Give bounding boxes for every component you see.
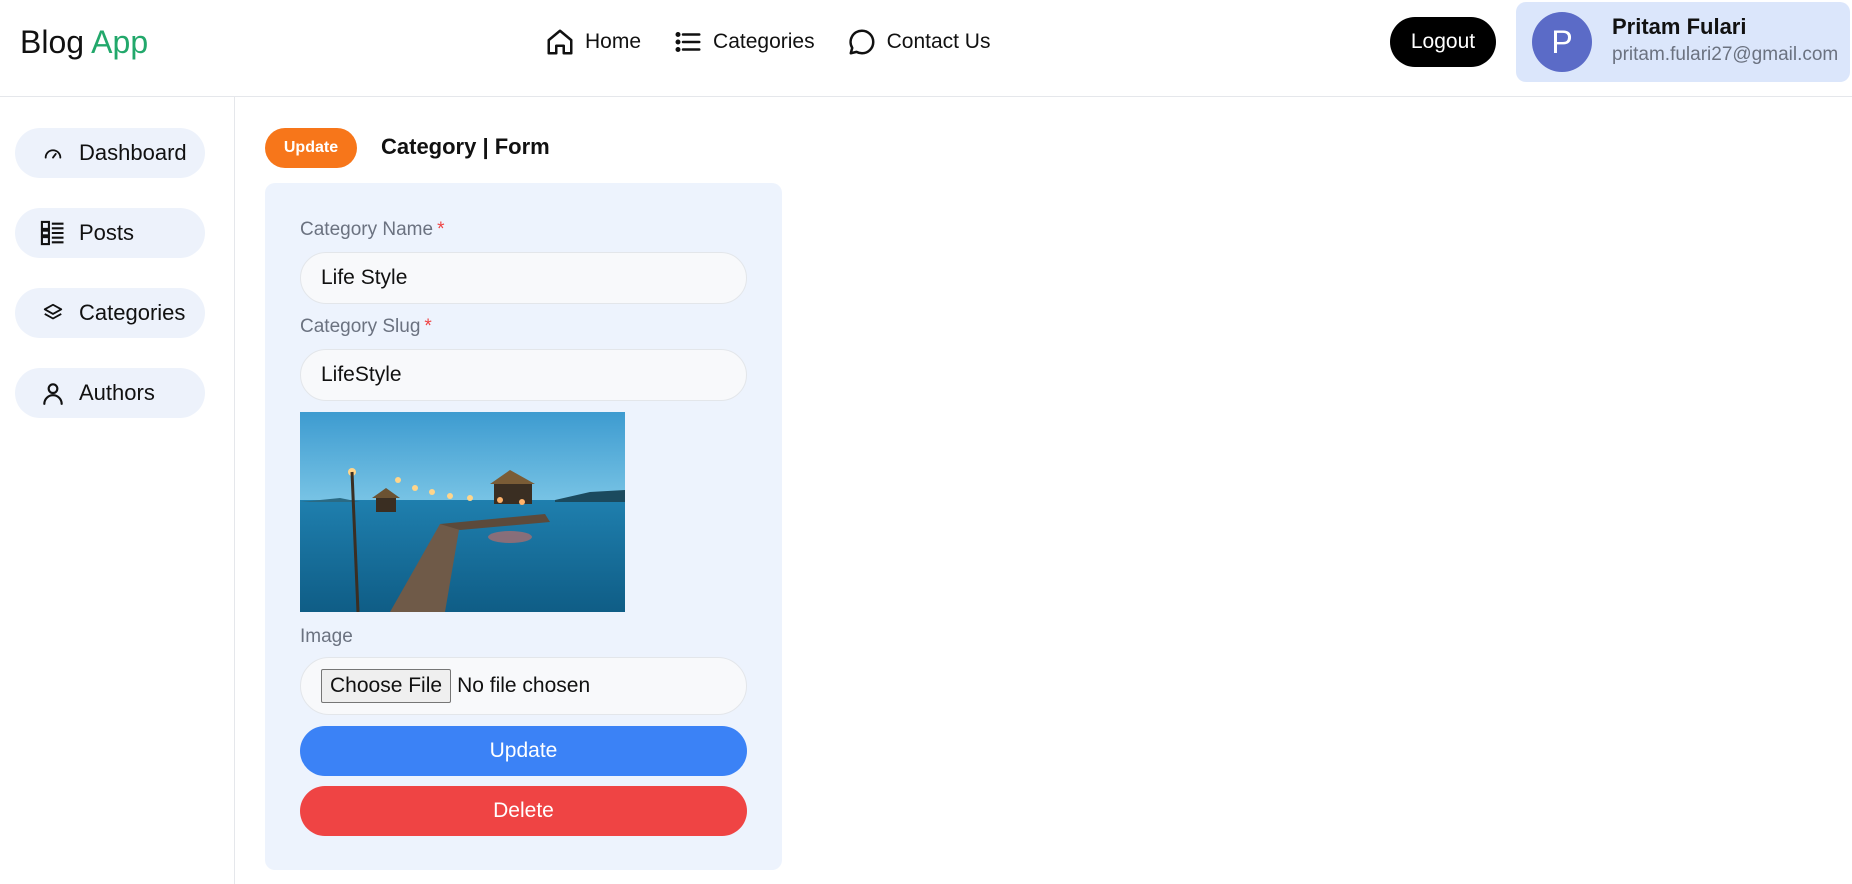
category-form: Category Name* Category Slug* [265, 183, 782, 870]
page-title: Category | Form [381, 134, 550, 159]
sidebar-item-categories[interactable]: Categories [15, 288, 205, 338]
required-marker: * [424, 316, 432, 337]
category-slug-input[interactable] [300, 349, 747, 401]
category-name-label: Category Name * [300, 219, 444, 241]
list-icon [39, 219, 67, 247]
home-icon [545, 27, 575, 57]
top-header: Blog App Home Categories Contact Us Logo… [0, 0, 1852, 97]
update-button[interactable]: Update [300, 726, 747, 776]
category-slug-label-text: Category Slug [300, 316, 421, 337]
image-file-input: Choose File No file chosen [300, 657, 747, 715]
list-icon [673, 27, 703, 57]
required-marker: * [437, 219, 445, 240]
brand-name-part2: App [91, 24, 149, 60]
brand-logo[interactable]: Blog App [20, 22, 148, 62]
category-name-input[interactable] [300, 252, 747, 304]
choose-file-button[interactable]: Choose File [321, 669, 452, 703]
sidebar-item-label: Authors [79, 380, 155, 405]
user-profile-card[interactable]: P Pritam Fulari pritam.fulari27@gmail.co… [1516, 2, 1850, 82]
user-icon [39, 379, 67, 407]
sidebar-item-label: Categories [79, 300, 186, 325]
nav-categories[interactable]: Categories [673, 27, 815, 57]
sidebar-item-dashboard[interactable]: Dashboard [15, 128, 205, 178]
category-name-label-text: Category Name [300, 219, 434, 240]
image-label: Image [300, 626, 353, 647]
sidebar-item-label: Dashboard [79, 140, 187, 165]
main-nav: Home Categories Contact Us [545, 24, 1022, 60]
category-slug-label: Category Slug * [300, 316, 432, 338]
chat-bubble-icon [847, 27, 877, 57]
avatar: P [1532, 12, 1592, 72]
user-email: pritam.fulari27@gmail.com [1612, 44, 1839, 65]
user-name: Pritam Fulari [1612, 14, 1747, 39]
sidebar-item-posts[interactable]: Posts [15, 208, 205, 258]
nav-home[interactable]: Home [545, 27, 641, 57]
gauge-icon [39, 139, 67, 167]
delete-button[interactable]: Delete [300, 786, 747, 836]
logout-button[interactable]: Logout [1390, 17, 1496, 67]
category-image-preview [300, 412, 625, 612]
sidebar-item-label: Posts [79, 220, 135, 245]
sidebar: Dashboard Posts Categories Authors [0, 97, 235, 884]
nav-categories-label: Categories [713, 30, 815, 53]
file-status-text: No file chosen [457, 674, 591, 697]
nav-home-label: Home [585, 30, 642, 53]
nav-contact-label: Contact Us [886, 30, 991, 53]
layers-icon [39, 299, 67, 327]
sidebar-item-authors[interactable]: Authors [15, 368, 205, 418]
mode-badge: Update [265, 128, 357, 168]
brand-name-part1: Blog [20, 24, 85, 60]
nav-contact[interactable]: Contact Us [847, 27, 991, 57]
